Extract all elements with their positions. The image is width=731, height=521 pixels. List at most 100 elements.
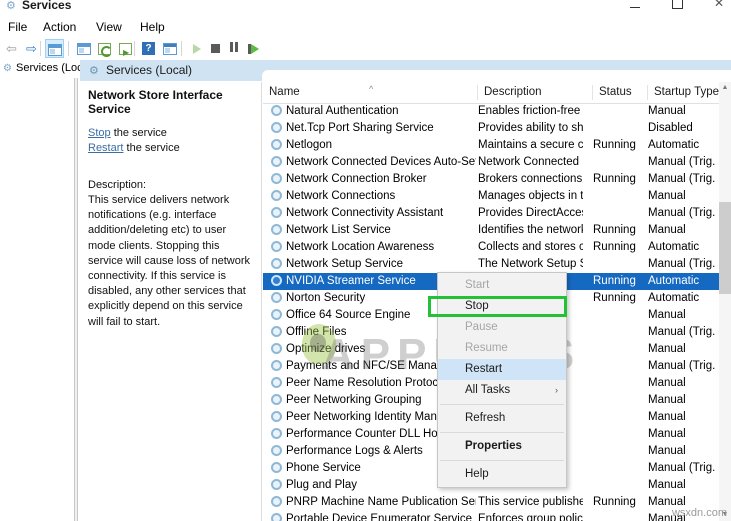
table-row[interactable]: Network Connected Devices Auto-Set... Net… <box>263 154 731 171</box>
service-gear-icon <box>271 360 283 372</box>
service-gear-icon <box>271 241 283 253</box>
services-icon: ⚙ <box>6 0 16 12</box>
forward-button[interactable]: ⇨ <box>22 39 41 58</box>
show-hide-console-tree-button[interactable] <box>45 39 64 58</box>
cell-description: Provides ability to shar... <box>478 122 583 134</box>
service-gear-icon <box>271 445 283 457</box>
cell-description: Network Connected D... <box>478 156 583 168</box>
menu-file[interactable]: File <box>2 19 33 36</box>
cell-status <box>593 426 643 443</box>
pane-splitter[interactable] <box>74 78 78 521</box>
context-menu-item-help[interactable]: Help <box>438 464 566 485</box>
restart-service-link[interactable]: Restart <box>88 142 123 154</box>
table-row[interactable]: Network ConnectionsManages objects in th… <box>263 188 731 205</box>
cell-status <box>593 188 643 205</box>
properties-button[interactable] <box>74 39 93 58</box>
credit-text: wsxdn.com <box>671 507 727 519</box>
cell-description: Maintains a secure cha... <box>478 139 583 151</box>
console-tree-tab[interactable]: ⚙ Services (Loca <box>0 60 89 78</box>
service-gear-icon <box>271 173 283 185</box>
minimize-button[interactable] <box>620 0 650 12</box>
service-gear-icon <box>271 122 283 134</box>
cell-status <box>593 256 643 273</box>
context-menu-item-resume: Resume <box>465 342 508 354</box>
sort-ascending-icon: ^ <box>369 84 374 94</box>
restart-service-line: Restart the service <box>88 141 253 156</box>
context-menu-item-pause: Pause <box>465 321 498 333</box>
restart-service-text: the service <box>123 142 180 154</box>
export-icon <box>119 42 132 62</box>
restart-service-button[interactable] <box>244 39 263 58</box>
pause-service-button[interactable] <box>225 39 244 58</box>
cell-status <box>593 477 643 494</box>
cell-description: Identifies the networks... <box>478 224 583 236</box>
service-gear-icon <box>271 105 283 117</box>
table-row[interactable]: Natural Authentication Enables friction-f… <box>263 103 731 120</box>
window-title: Services <box>22 0 72 12</box>
context-menu-item-stop[interactable]: Stop <box>438 296 566 317</box>
stop-service-button[interactable] <box>206 39 225 58</box>
table-row[interactable]: PNRP Machine Name Publication Serv... Thi… <box>263 494 731 511</box>
toolbar-separator-1 <box>40 41 41 56</box>
close-button[interactable]: ✕ <box>704 0 731 12</box>
column-header-status[interactable]: Status <box>593 82 648 103</box>
cell-description: Provides DirectAccess ... <box>478 207 583 219</box>
table-row[interactable]: NetlogonMaintains a secure cha... Running… <box>263 137 731 154</box>
help-button[interactable]: ? <box>139 39 158 58</box>
table-row[interactable]: Network List Service Identifies the netwo… <box>263 222 731 239</box>
context-menu-item-all-tasks[interactable]: All Tasks › <box>438 380 566 401</box>
export-list-button[interactable] <box>116 39 135 62</box>
description-label: Description: <box>88 179 147 191</box>
stop-service-text: the service <box>110 127 167 139</box>
service-gear-icon <box>271 139 283 151</box>
cell-description: This service publishes ... <box>478 496 583 508</box>
service-gear-icon <box>271 496 283 508</box>
cell-status: Running <box>593 275 636 287</box>
context-menu-item-restart[interactable]: Restart <box>438 359 566 380</box>
services-window: ⚙ Services ✕ File Action View Help ⇦ ⇨ ? <box>0 0 731 521</box>
table-row[interactable]: Net.Tcp Port Sharing Service Provides abi… <box>263 120 731 137</box>
scroll-up-arrow[interactable]: ▲ <box>719 82 731 94</box>
service-gear-icon <box>271 394 283 406</box>
cell-name: Network Connections <box>271 188 476 205</box>
scrollbar-thumb[interactable] <box>719 202 731 294</box>
service-gear-icon <box>271 156 283 168</box>
description-text: This service delivers network notificati… <box>88 194 251 328</box>
cell-status: Running <box>593 139 636 151</box>
table-row[interactable]: Network Setup ServiceThe Network Setup S… <box>263 256 731 273</box>
menu-help[interactable]: Help <box>134 19 171 36</box>
maximize-button[interactable] <box>662 0 692 12</box>
restart-icon <box>248 39 259 58</box>
table-row[interactable]: Portable Device Enumerator Service Enforc… <box>263 511 731 521</box>
context-menu-item-properties[interactable]: Properties <box>438 436 566 457</box>
cell-status: Running <box>593 496 636 508</box>
context-menu-separator <box>440 432 564 433</box>
service-gear-icon <box>271 462 283 474</box>
cell-name: Natural Authentication <box>271 103 476 120</box>
table-row[interactable]: Network Location Awareness Collects and s… <box>263 239 731 256</box>
console-tree-icon <box>47 43 62 56</box>
vertical-scrollbar[interactable]: ▲ ▼ <box>719 82 731 521</box>
column-header-description[interactable]: Description <box>478 82 593 103</box>
service-gear-icon <box>271 275 283 287</box>
menu-view[interactable]: View <box>90 19 128 36</box>
context-menu-separator <box>440 460 564 461</box>
menu-action[interactable]: Action <box>37 19 82 36</box>
stop-service-link[interactable]: Stop <box>88 127 111 139</box>
properties-icon <box>76 42 91 55</box>
back-button[interactable]: ⇦ <box>2 39 21 58</box>
service-gear-icon <box>271 224 283 236</box>
cell-status: Running <box>593 224 636 236</box>
question-mark-icon: ? <box>142 42 155 56</box>
context-menu-item-refresh[interactable]: Refresh <box>438 408 566 429</box>
start-service-button[interactable] <box>187 39 206 58</box>
refresh-button[interactable] <box>95 39 114 58</box>
cell-name: Portable Device Enumerator Service <box>271 511 476 521</box>
service-gear-icon <box>271 309 283 321</box>
cell-status <box>593 154 643 171</box>
table-row[interactable]: Network Connection Broker Brokers connect… <box>263 171 731 188</box>
service-gear-icon <box>271 326 283 338</box>
toolbar-separator-2 <box>68 41 69 56</box>
table-row[interactable]: Network Connectivity Assistant Provides D… <box>263 205 731 222</box>
show-action-pane-button[interactable] <box>160 39 179 58</box>
